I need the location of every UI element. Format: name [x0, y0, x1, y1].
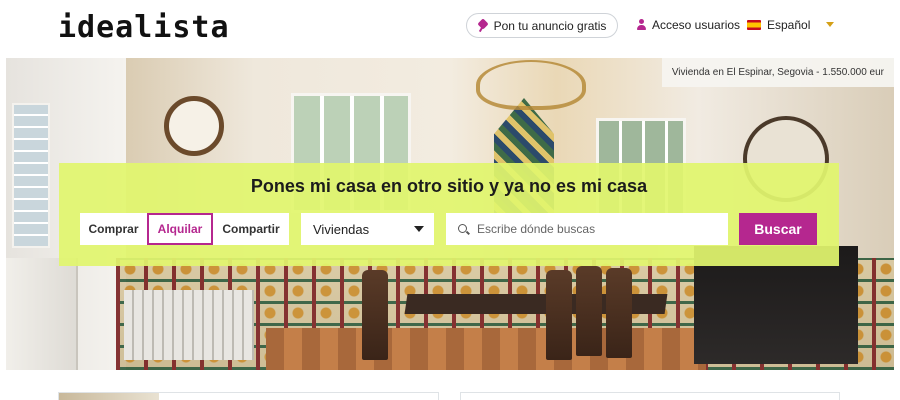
hero-chair — [576, 266, 602, 356]
top-header: idealista Pon tu anuncio gratis Acceso u… — [0, 0, 900, 56]
login-link[interactable]: Acceso usuarios — [636, 18, 740, 32]
card-thumbnail — [59, 393, 159, 400]
hero-chair — [606, 268, 632, 358]
chevron-down-icon[interactable] — [826, 22, 834, 27]
language-selector[interactable]: Español — [747, 18, 810, 32]
hero-caption[interactable]: Vivienda en El Espinar, Segovia - 1.550.… — [661, 58, 894, 87]
property-type-select[interactable]: Viviendas — [301, 213, 434, 245]
location-input[interactable] — [477, 222, 717, 236]
hero-window — [12, 103, 50, 248]
hero-radiator — [124, 290, 254, 360]
tab-compartir[interactable]: Compartir — [213, 213, 289, 245]
search-icon — [458, 223, 469, 235]
spain-flag-icon — [747, 20, 761, 30]
operation-tabs: Comprar Alquilar Compartir — [80, 213, 289, 245]
post-ad-button[interactable]: Pon tu anuncio gratis — [466, 13, 618, 38]
search-panel: Pones mi casa en otro sitio y ya no es m… — [59, 163, 839, 266]
language-label: Español — [767, 18, 811, 32]
login-label: Acceso usuarios — [652, 18, 741, 32]
idealista-logo[interactable]: idealista — [58, 10, 230, 45]
post-ad-label: Pon tu anuncio gratis — [493, 18, 607, 33]
tab-comprar[interactable]: Comprar — [80, 213, 147, 245]
chevron-down-icon — [414, 226, 424, 232]
pin-icon — [478, 20, 488, 32]
hero-chair — [362, 270, 388, 360]
hero-chandelier — [476, 60, 586, 110]
search-button[interactable]: Buscar — [739, 213, 817, 245]
property-type-value: Viviendas — [313, 221, 370, 237]
feature-card[interactable] — [460, 392, 840, 400]
feature-card[interactable] — [58, 392, 439, 400]
hero-clock — [164, 96, 224, 156]
hero-chair — [546, 270, 572, 360]
search-headline: Pones mi casa en otro sitio y ya no es m… — [250, 176, 648, 196]
tab-alquilar[interactable]: Alquilar — [147, 213, 213, 245]
hero-door — [6, 258, 78, 370]
person-icon — [636, 19, 646, 31]
location-search[interactable] — [446, 213, 728, 245]
hero-floor — [266, 328, 706, 370]
